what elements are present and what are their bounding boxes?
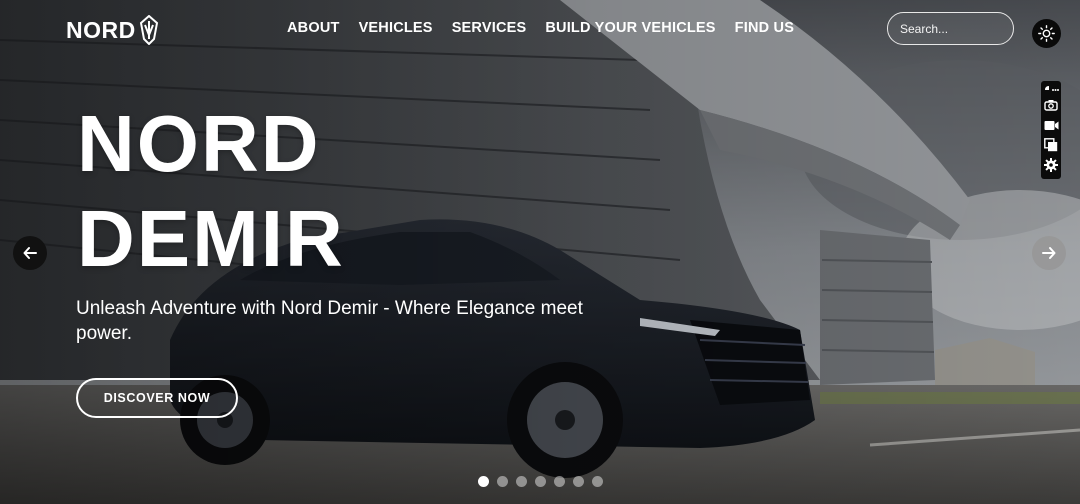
slider-dot[interactable] bbox=[478, 476, 489, 487]
sun-icon bbox=[1038, 25, 1055, 42]
hero-title-line2: DEMIR bbox=[77, 194, 345, 283]
main-nav: ABOUT VEHICLES SERVICES BUILD YOUR VEHIC… bbox=[287, 20, 794, 36]
search-input[interactable] bbox=[887, 12, 1014, 45]
nav-item-services[interactable]: SERVICES bbox=[452, 20, 527, 36]
theme-toggle-button[interactable] bbox=[1032, 19, 1061, 48]
hero-banner: NORD ABOUT VEHICLES SERVICES BUILD YOUR … bbox=[0, 0, 1080, 504]
extension-button[interactable] bbox=[1041, 83, 1061, 95]
camera-icon bbox=[1044, 100, 1058, 111]
slider-next-button[interactable] bbox=[1032, 236, 1066, 270]
copy-button[interactable] bbox=[1041, 135, 1061, 155]
brand-logo[interactable]: NORD bbox=[66, 14, 159, 46]
brand-name: NORD bbox=[66, 16, 136, 43]
slider-dot[interactable] bbox=[516, 476, 527, 487]
slider-dot[interactable] bbox=[592, 476, 603, 487]
hero-title-line1: NORD bbox=[77, 99, 321, 188]
discover-now-button[interactable]: DISCOVER NOW bbox=[76, 378, 238, 418]
slider-dot[interactable] bbox=[554, 476, 565, 487]
nav-item-build-your-vehicles[interactable]: BUILD YOUR VEHICLES bbox=[545, 20, 715, 36]
hero-title: NORD DEMIR bbox=[77, 96, 497, 286]
copy-icon bbox=[1044, 138, 1058, 152]
slider-dot[interactable] bbox=[573, 476, 584, 487]
side-toolbar bbox=[1041, 81, 1061, 179]
record-video-button[interactable] bbox=[1041, 115, 1061, 135]
nav-item-about[interactable]: ABOUT bbox=[287, 20, 340, 36]
arrow-right-icon bbox=[1042, 247, 1056, 259]
hero-subtitle: Unleash Adventure with Nord Demir - Wher… bbox=[76, 298, 583, 344]
nord-emblem-icon bbox=[139, 15, 158, 45]
extension-icon bbox=[1045, 86, 1059, 91]
gear-icon bbox=[1044, 158, 1058, 172]
nav-item-vehicles[interactable]: VEHICLES bbox=[359, 20, 433, 36]
slider-dot[interactable] bbox=[497, 476, 508, 487]
arrow-left-icon bbox=[23, 247, 37, 259]
slider-pagination bbox=[478, 476, 603, 487]
screenshot-button[interactable] bbox=[1041, 95, 1061, 115]
slider-dot[interactable] bbox=[535, 476, 546, 487]
settings-button[interactable] bbox=[1041, 155, 1061, 175]
nav-item-find-us[interactable]: FIND US bbox=[735, 20, 794, 36]
video-icon bbox=[1044, 120, 1058, 130]
slider-prev-button[interactable] bbox=[13, 236, 47, 270]
